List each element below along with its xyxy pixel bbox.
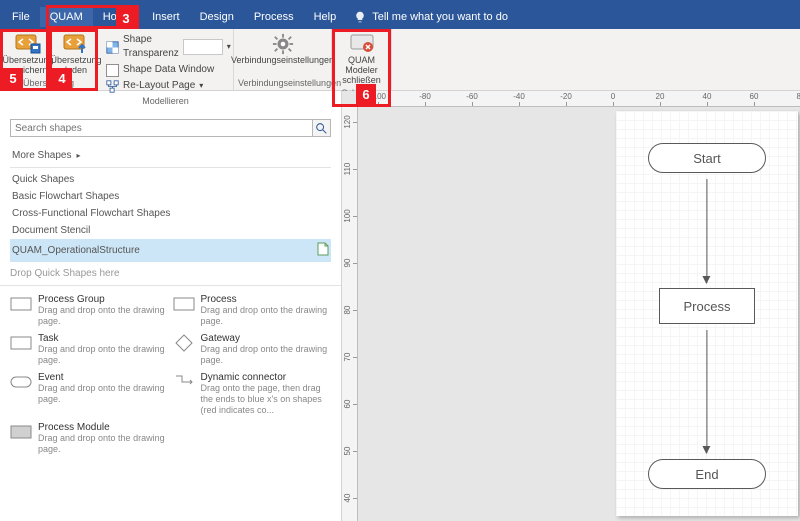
chevron-right-icon: ▸ [76, 151, 80, 160]
transparency-input[interactable] [183, 39, 223, 55]
shape-process-module[interactable]: Process ModuleDrag and drop onto the dra… [10, 422, 169, 455]
terminator-icon [10, 374, 32, 390]
stencil-item[interactable]: Cross-Functional Flowchart Shapes [10, 205, 331, 222]
menubar: FileQUAMHomeInsertDesignProcessHelp Tell… [0, 5, 800, 29]
diamond-icon [173, 335, 195, 351]
shape-data-window-toggle[interactable]: Shape Data Window [106, 63, 225, 77]
translate-save-icon [14, 33, 42, 55]
relayout-icon [106, 80, 119, 93]
gear-icon [269, 33, 297, 55]
dropdown-icon[interactable]: ▾ [227, 40, 231, 54]
menu-process[interactable]: Process [244, 7, 304, 27]
shape-task[interactable]: TaskDrag and drop onto the drawing page. [10, 333, 169, 366]
shape-dynamic-connector[interactable]: Dynamic connectorDrag onto the page, the… [173, 372, 332, 416]
ribbon: Übersetzung speichern Übersetzung laden … [0, 29, 800, 91]
shape-process-group[interactable]: Process GroupDrag and drop onto the draw… [10, 294, 169, 327]
tell-me-placeholder: Tell me what you want to do [372, 11, 508, 23]
bulb-icon [354, 11, 366, 23]
flowchart-end-terminator[interactable]: End [648, 459, 766, 489]
stencil-doc-icon [317, 242, 329, 259]
search-icon [316, 123, 327, 134]
rect-icon [173, 296, 195, 312]
stencil-item[interactable]: QUAM_OperationalStructure [10, 239, 331, 262]
drawing-page[interactable]: Start Process End [616, 111, 798, 516]
menu-help[interactable]: Help [304, 7, 347, 27]
more-shapes-button[interactable]: More Shapes ▸ [10, 147, 331, 164]
save-translation-button[interactable]: Übersetzung speichern [4, 31, 52, 77]
shape-event[interactable]: EventDrag and drop onto the drawing page… [10, 372, 169, 416]
menu-file[interactable]: File [2, 7, 40, 27]
transparency-icon [106, 41, 119, 54]
load-translation-button[interactable]: Übersetzung laden [52, 31, 100, 77]
menu-insert[interactable]: Insert [142, 7, 190, 27]
menu-quam[interactable]: QUAM [40, 7, 93, 27]
menu-design[interactable]: Design [190, 7, 244, 27]
flowchart-process-box[interactable]: Process [659, 288, 755, 324]
shapes-pane: More Shapes ▸ Quick ShapesBasic Flowchar… [0, 91, 342, 521]
relayout-page-button[interactable]: Re-Layout Page ▾ [106, 79, 225, 93]
connector-icon [173, 374, 195, 390]
ribbon-group-label: Übersetzung [4, 77, 93, 89]
rect-icon [10, 335, 32, 351]
close-modeler-icon [348, 33, 376, 55]
search-button[interactable] [313, 119, 331, 137]
module-icon [10, 424, 32, 440]
tell-me-search[interactable]: Tell me what you want to do [354, 11, 508, 23]
ribbon-group-label: Modellieren [102, 95, 229, 107]
translate-load-icon [62, 33, 90, 55]
drop-quick-shapes-hint: Drop Quick Shapes here [0, 262, 341, 286]
stencil-item[interactable]: Document Stencil [10, 222, 331, 239]
menu-home[interactable]: Home [93, 7, 142, 27]
flow-arrow[interactable] [706, 179, 707, 283]
dropdown-icon[interactable]: ▾ [199, 79, 203, 93]
shape-process[interactable]: ProcessDrag and drop onto the drawing pa… [173, 294, 332, 327]
stencil-item[interactable]: Basic Flowchart Shapes [10, 188, 331, 205]
checkbox-icon [106, 64, 119, 77]
ribbon-group-label: Verbindungseinstellungen [238, 77, 327, 89]
rect-icon [10, 296, 32, 312]
shape-gateway[interactable]: GatewayDrag and drop onto the drawing pa… [173, 333, 332, 366]
shape-transparenz-row[interactable]: Shape Transparenz ▾ [106, 33, 225, 61]
close-modeler-button[interactable]: QUAM Modeler schließen [336, 31, 387, 87]
vertical-ruler: 120110100908070605040 [342, 107, 358, 521]
connection-settings-button[interactable]: Verbindungseinstellungen [238, 31, 328, 77]
search-shapes-input[interactable] [10, 119, 313, 137]
horizontal-ruler: -100-80-60-40-20020406080 [358, 91, 800, 107]
flowchart-start-terminator[interactable]: Start [648, 143, 766, 173]
flow-arrow[interactable] [706, 330, 707, 453]
canvas-area[interactable]: -100-80-60-40-20020406080 12011010090807… [342, 91, 800, 521]
stencil-item[interactable]: Quick Shapes [10, 171, 331, 188]
